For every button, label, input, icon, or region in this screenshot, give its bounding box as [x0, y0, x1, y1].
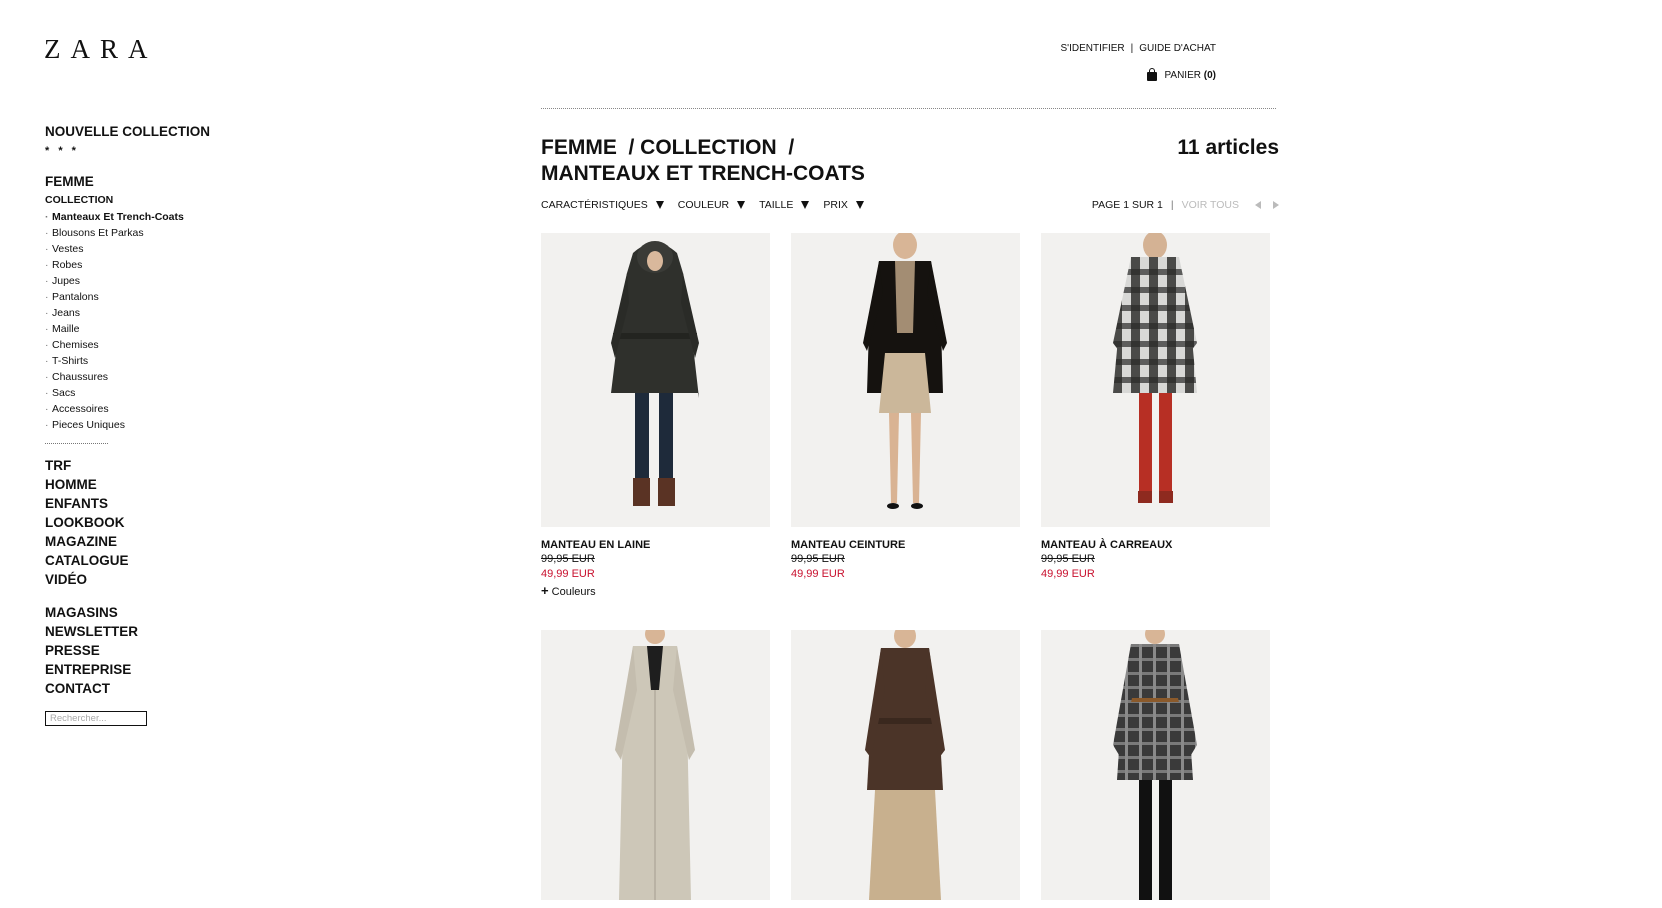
- article-count: 11 articles: [1177, 136, 1279, 159]
- nav-lookbook[interactable]: LOOKBOOK: [45, 513, 285, 532]
- nav-video[interactable]: VIDÉO: [45, 570, 285, 589]
- sidebar: NOUVELLE COLLECTION * * * FEMME COLLECTI…: [45, 122, 285, 726]
- product-colors-link[interactable]: + Couleurs: [541, 582, 770, 601]
- search-input[interactable]: [45, 711, 147, 726]
- product-image[interactable]: [791, 630, 1020, 900]
- product-sale-price: 49,99 EUR: [1041, 568, 1095, 580]
- sidebar-main-nav: TRF HOMME ENFANTS LOOKBOOK MAGAZINE CATA…: [45, 456, 285, 589]
- dropdown-arrow-icon: [655, 201, 664, 209]
- dropdown-arrow-icon: [801, 201, 810, 209]
- next-page-icon[interactable]: [1273, 201, 1279, 209]
- product-card[interactable]: MANTEAU EN LAINE 99,95 EUR 49,99 EUR + C…: [541, 233, 770, 630]
- filter-bar: CARACTÉRISTIQUES COULEUR TAILLE PRIX PAG…: [541, 199, 1279, 211]
- nav-homme[interactable]: HOMME: [45, 475, 285, 494]
- plus-icon: +: [541, 583, 549, 598]
- filter-prix[interactable]: PRIX: [823, 199, 864, 211]
- category-item[interactable]: T-Shirts: [45, 353, 285, 369]
- page-title-line2: MANTEAUX ET TRENCH-COATS: [541, 162, 865, 185]
- filter-label: CARACTÉRISTIQUES: [541, 199, 648, 211]
- nav-stars[interactable]: * * *: [45, 144, 285, 158]
- nav-entreprise[interactable]: ENTREPRISE: [45, 660, 285, 679]
- category-item[interactable]: Manteaux Et Trench-Coats: [45, 209, 285, 225]
- product-sale-price: 49,99 EUR: [541, 568, 595, 580]
- category-item[interactable]: Accessoires: [45, 401, 285, 417]
- page-info: PAGE 1 SUR 1: [1091, 199, 1163, 211]
- product-card[interactable]: MANTEAU À CARREAUX 99,95 EUR 49,99 EUR: [1041, 233, 1270, 630]
- category-list: Manteaux Et Trench-Coats Blousons Et Par…: [45, 209, 285, 433]
- dropdown-arrow-icon: [737, 201, 746, 209]
- nav-contact[interactable]: CONTACT: [45, 679, 285, 698]
- nav-catalogue[interactable]: CATALOGUE: [45, 551, 285, 570]
- category-item[interactable]: Jeans: [45, 305, 285, 321]
- nav-collection[interactable]: COLLECTION: [45, 194, 285, 206]
- product-image[interactable]: [1041, 630, 1270, 900]
- pager-separator: |: [1170, 199, 1174, 211]
- product-info: MANTEAU CEINTURE 99,95 EUR 49,99 EUR: [791, 527, 1020, 630]
- product-old-price: 99,95 EUR: [1041, 553, 1095, 565]
- zara-logo[interactable]: ZARA: [44, 36, 158, 63]
- header-divider: [541, 108, 1276, 109]
- product-grid: MANTEAU EN LAINE 99,95 EUR 49,99 EUR + C…: [541, 233, 1301, 900]
- filter-label: PRIX: [823, 199, 848, 211]
- nav-magasins[interactable]: MAGASINS: [45, 603, 285, 622]
- product-card[interactable]: [1041, 630, 1270, 900]
- filter-label: TAILLE: [759, 199, 794, 211]
- product-name[interactable]: MANTEAU EN LAINE: [541, 538, 770, 552]
- dropdown-arrow-icon: [855, 201, 864, 209]
- top-links: S'IDENTIFIER | GUIDE D'ACHAT: [1061, 43, 1216, 54]
- page-title-line1: FEMME / COLLECTION /: [541, 136, 795, 159]
- nav-newsletter[interactable]: NEWSLETTER: [45, 622, 285, 641]
- sidebar-info-nav: MAGASINS NEWSLETTER PRESSE ENTREPRISE CO…: [45, 603, 285, 698]
- shopping-bag-icon: [1147, 68, 1158, 81]
- nav-femme[interactable]: FEMME: [45, 172, 285, 192]
- category-item[interactable]: Pieces Uniques: [45, 417, 285, 433]
- colors-label: Couleurs: [551, 586, 596, 598]
- product-sale-price: 49,99 EUR: [791, 568, 845, 580]
- product-image[interactable]: [541, 233, 770, 527]
- product-image[interactable]: [541, 630, 770, 900]
- category-item[interactable]: Jupes: [45, 273, 285, 289]
- product-image[interactable]: [1041, 233, 1270, 527]
- nav-presse[interactable]: PRESSE: [45, 641, 285, 660]
- product-name[interactable]: MANTEAU CEINTURE: [791, 538, 1020, 552]
- filter-taille[interactable]: TAILLE: [759, 199, 810, 211]
- category-item[interactable]: Blousons Et Parkas: [45, 225, 285, 241]
- category-item[interactable]: Pantalons: [45, 289, 285, 305]
- category-item[interactable]: Sacs: [45, 385, 285, 401]
- filter-label: COULEUR: [677, 199, 730, 211]
- product-card[interactable]: [541, 630, 770, 900]
- main-content: FEMME / COLLECTION / MANTEAUX ET TRENCH-…: [541, 108, 1279, 211]
- category-item[interactable]: Chaussures: [45, 369, 285, 385]
- pagination: PAGE 1 SUR 1 | VOIR TOUS: [1092, 199, 1279, 211]
- page-title: FEMME / COLLECTION / MANTEAUX ET TRENCH-…: [541, 135, 865, 187]
- cart-label: PANIER: [1164, 70, 1201, 81]
- login-link[interactable]: S'IDENTIFIER: [1061, 43, 1125, 54]
- product-card[interactable]: MANTEAU CEINTURE 99,95 EUR 49,99 EUR: [791, 233, 1020, 630]
- product-info: MANTEAU À CARREAUX 99,95 EUR 49,99 EUR: [1041, 527, 1270, 630]
- filter-caracteristiques[interactable]: CARACTÉRISTIQUES: [541, 199, 664, 211]
- filter-couleur[interactable]: COULEUR: [677, 199, 746, 211]
- product-name[interactable]: MANTEAU À CARREAUX: [1041, 538, 1270, 552]
- cart-count: (0): [1203, 70, 1216, 81]
- guide-link[interactable]: GUIDE D'ACHAT: [1139, 43, 1216, 54]
- cart-link[interactable]: PANIER (0): [1147, 68, 1216, 81]
- category-item[interactable]: Chemises: [45, 337, 285, 353]
- product-image[interactable]: [791, 233, 1020, 527]
- product-info: MANTEAU EN LAINE 99,95 EUR 49,99 EUR + C…: [541, 527, 770, 630]
- nav-magazine[interactable]: MAGAZINE: [45, 532, 285, 551]
- category-item[interactable]: Vestes: [45, 241, 285, 257]
- nav-enfants[interactable]: ENFANTS: [45, 494, 285, 513]
- product-old-price: 99,95 EUR: [791, 553, 845, 565]
- page-heading: FEMME / COLLECTION / MANTEAUX ET TRENCH-…: [541, 135, 1279, 187]
- sidebar-divider: [45, 443, 108, 444]
- nav-nouvelle-collection[interactable]: NOUVELLE COLLECTION: [45, 122, 285, 142]
- category-item[interactable]: Robes: [45, 257, 285, 273]
- category-item[interactable]: Maille: [45, 321, 285, 337]
- nav-trf[interactable]: TRF: [45, 456, 285, 475]
- view-all-link[interactable]: VOIR TOUS: [1182, 199, 1239, 211]
- product-old-price: 99,95 EUR: [541, 553, 595, 565]
- product-card[interactable]: [791, 630, 1020, 900]
- prev-page-icon[interactable]: [1255, 201, 1261, 209]
- top-links-separator: |: [1130, 43, 1134, 54]
